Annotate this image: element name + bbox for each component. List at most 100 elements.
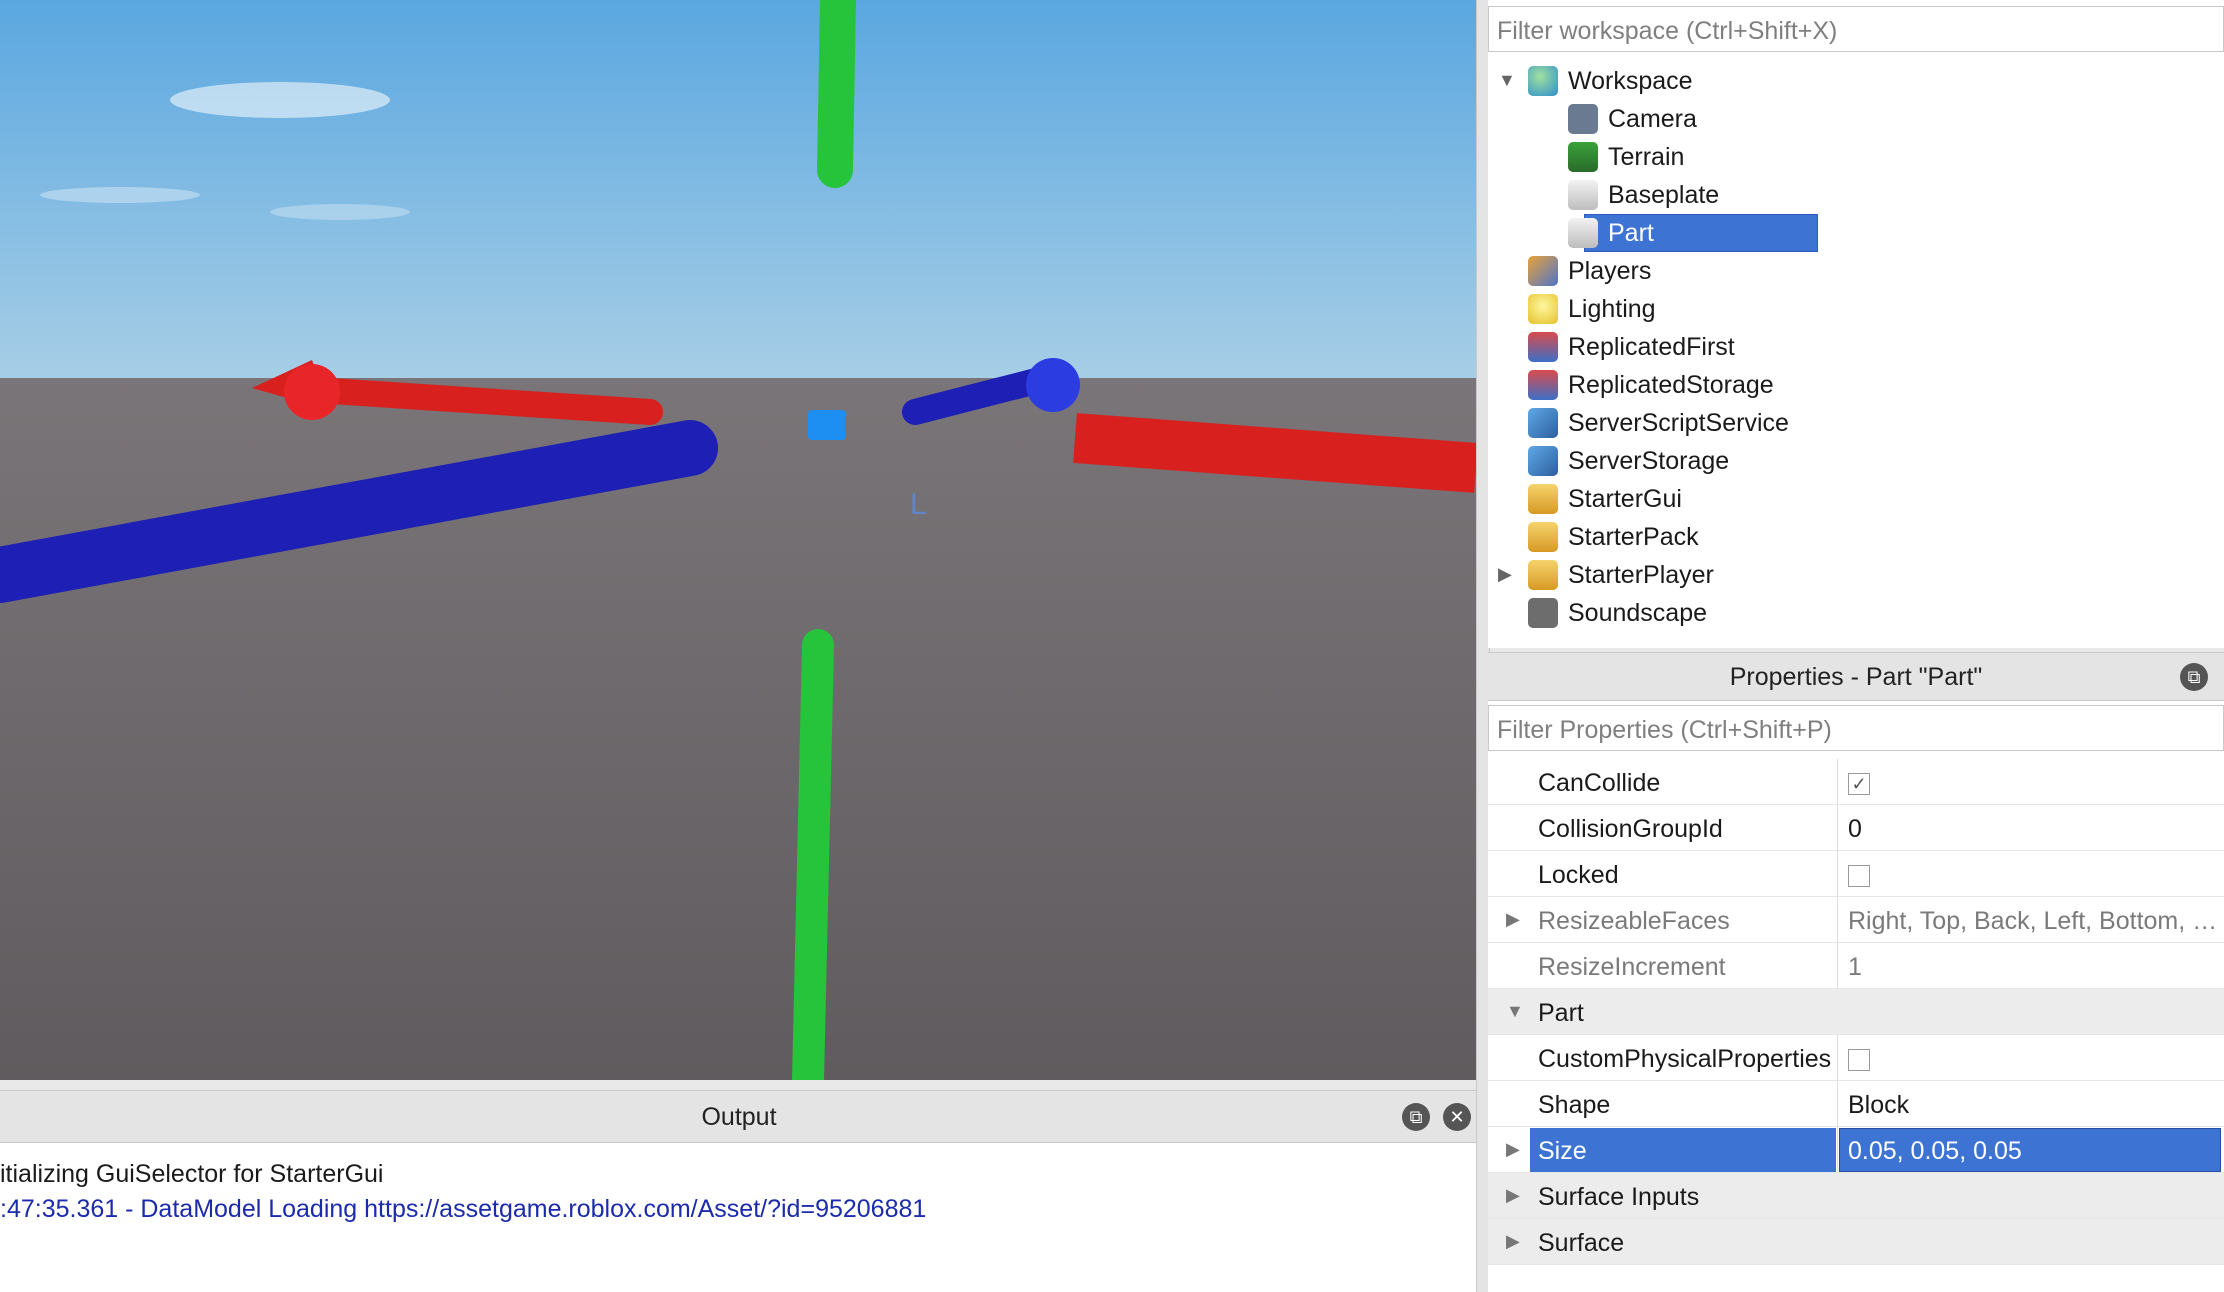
column-divider bbox=[1837, 1127, 1838, 1173]
property-row-locked[interactable]: Locked bbox=[1488, 851, 2224, 897]
replicated-storage-icon bbox=[1528, 370, 1558, 400]
collapse-arrow-icon[interactable]: ▶ bbox=[1506, 909, 1520, 930]
starter-gui-icon bbox=[1528, 484, 1558, 514]
property-checkbox[interactable]: ✓ bbox=[1848, 773, 1870, 795]
selected-part[interactable] bbox=[808, 410, 846, 440]
property-name: Surface Inputs bbox=[1538, 1183, 1700, 1211]
explorer-item-starterpack[interactable]: StarterPack bbox=[1488, 518, 2224, 556]
explorer-item-label: ReplicatedStorage bbox=[1568, 371, 1774, 399]
explorer-item-serverstorage[interactable]: ServerStorage bbox=[1488, 442, 2224, 480]
collapse-arrow-icon[interactable]: ▶ bbox=[1506, 1139, 1520, 1160]
explorer-item-soundscape[interactable]: Soundscape bbox=[1488, 594, 2224, 632]
replicated-first-icon bbox=[1528, 332, 1558, 362]
property-row-resizeablefaces[interactable]: ▶ ResizeableFaces Right, Top, Back, Left, … bbox=[1488, 897, 2224, 943]
property-row-collisiongroupid[interactable]: CollisionGroupId 0 bbox=[1488, 805, 2224, 851]
explorer-item-label: ServerStorage bbox=[1568, 447, 1730, 475]
explorer-item-label: StarterPack bbox=[1568, 523, 1699, 551]
property-name: CustomPhysicalProperties bbox=[1538, 1045, 1832, 1073]
explorer-item-lighting[interactable]: Lighting bbox=[1488, 290, 2224, 328]
explorer-item-label: StarterGui bbox=[1568, 485, 1682, 513]
output-log: itializing GuiSelector for StarterGui :47… bbox=[0, 1143, 1478, 1227]
property-row-shape[interactable]: Shape Block bbox=[1488, 1081, 2224, 1127]
cloud bbox=[270, 204, 410, 220]
camera-icon bbox=[1568, 104, 1598, 134]
property-name: CollisionGroupId bbox=[1538, 815, 1723, 843]
speaker-icon bbox=[1528, 598, 1558, 628]
axis-handle-blue-tip[interactable] bbox=[1026, 358, 1080, 412]
explorer-item-startergui[interactable]: StarterGui bbox=[1488, 480, 2224, 518]
scene bbox=[0, 0, 1476, 1080]
property-row-cancollide[interactable]: CanCollide ✓ bbox=[1488, 759, 2224, 805]
column-divider bbox=[1837, 759, 1838, 805]
explorer-item-label: ServerScriptService bbox=[1568, 409, 1789, 437]
axis-handle-red-near[interactable] bbox=[1073, 413, 1476, 493]
property-name: Part bbox=[1538, 999, 1584, 1027]
viewport-3d[interactable]: L bbox=[0, 0, 1476, 1080]
explorer-item-terrain[interactable]: Terrain bbox=[1488, 138, 2224, 176]
expand-arrow-icon[interactable]: ▼ bbox=[1506, 1001, 1524, 1022]
property-value[interactable]: 0 bbox=[1848, 815, 1862, 844]
explorer-item-baseplate[interactable]: Baseplate bbox=[1488, 176, 2224, 214]
explorer-item-replicatedfirst[interactable]: ReplicatedFirst bbox=[1488, 328, 2224, 366]
property-checkbox[interactable] bbox=[1848, 1049, 1870, 1071]
explorer-item-players[interactable]: Players bbox=[1488, 252, 2224, 290]
output-panel: Output ⧉ ✕ itializing GuiSelector for St… bbox=[0, 1090, 1478, 1292]
properties-filter-input[interactable]: Filter Properties (Ctrl+Shift+P) bbox=[1488, 705, 2224, 751]
starter-player-icon bbox=[1528, 560, 1558, 590]
explorer-item-label: Part bbox=[1608, 219, 1654, 247]
globe-icon bbox=[1528, 66, 1558, 96]
explorer-item-label: Workspace bbox=[1568, 67, 1693, 95]
explorer-item-workspace[interactable]: ▼ Workspace bbox=[1488, 62, 2224, 100]
server-storage-icon bbox=[1528, 446, 1558, 476]
property-name: CanCollide bbox=[1538, 769, 1661, 797]
axis-handle-green-top[interactable] bbox=[817, 0, 856, 188]
viewport-label: L bbox=[910, 488, 927, 521]
expand-arrow-icon[interactable]: ▼ bbox=[1498, 70, 1518, 90]
part-block-icon bbox=[1568, 218, 1598, 248]
explorer-item-label: Players bbox=[1568, 257, 1652, 285]
property-row-surface[interactable]: ▶ Surface bbox=[1488, 1219, 2224, 1265]
undock-icon[interactable]: ⧉ bbox=[1402, 1103, 1430, 1131]
axis-handle-green-bottom[interactable] bbox=[792, 629, 834, 1080]
column-divider bbox=[1837, 943, 1838, 989]
collapse-arrow-icon[interactable]: ▶ bbox=[1498, 564, 1518, 584]
explorer-filter-input[interactable]: Filter workspace (Ctrl+Shift+X) bbox=[1488, 6, 2224, 52]
explorer-item-replicatedstorage[interactable]: ReplicatedStorage bbox=[1488, 366, 2224, 404]
undock-icon[interactable]: ⧉ bbox=[2180, 663, 2208, 691]
output-titlebar: Output ⧉ ✕ bbox=[0, 1091, 1478, 1143]
property-row-surface-inputs[interactable]: ▶ Surface Inputs bbox=[1488, 1173, 2224, 1219]
property-name: Shape bbox=[1538, 1091, 1611, 1119]
property-row-part[interactable]: ▼ Part bbox=[1488, 989, 2224, 1035]
property-value[interactable]: 0.05, 0.05, 0.05 bbox=[1848, 1137, 2022, 1166]
property-value[interactable]: 1 bbox=[1848, 953, 1862, 982]
explorer-item-part[interactable]: Part bbox=[1488, 214, 2224, 252]
explorer-item-label: Terrain bbox=[1608, 143, 1685, 171]
terrain-icon bbox=[1568, 142, 1598, 172]
property-row-customphysicalproperties[interactable]: CustomPhysicalProperties bbox=[1488, 1035, 2224, 1081]
property-value[interactable]: Block bbox=[1848, 1091, 1909, 1120]
output-line: itializing GuiSelector for StarterGui bbox=[0, 1160, 384, 1188]
column-divider bbox=[1837, 1081, 1838, 1127]
explorer-item-serverscriptservice[interactable]: ServerScriptService bbox=[1488, 404, 2224, 442]
properties-titlebar: Properties - Part "Part" ⧉ bbox=[1488, 653, 2224, 701]
property-value[interactable]: Right, Top, Back, Left, Bottom, … bbox=[1848, 907, 2217, 936]
column-divider bbox=[1837, 897, 1838, 943]
lightbulb-icon bbox=[1528, 294, 1558, 324]
column-divider bbox=[1837, 1035, 1838, 1081]
close-icon[interactable]: ✕ bbox=[1443, 1103, 1471, 1131]
output-line: :47:35.361 - DataModel Loading https://a… bbox=[0, 1195, 927, 1223]
axis-handle-red-tip-ball[interactable] bbox=[284, 364, 340, 420]
part-block-icon bbox=[1568, 180, 1598, 210]
property-name: Locked bbox=[1538, 861, 1619, 889]
explorer-item-starterplayer[interactable]: ▶ StarterPlayer bbox=[1488, 556, 2224, 594]
property-row-size[interactable]: ▶ Size 0.05, 0.05, 0.05 bbox=[1488, 1127, 2224, 1173]
property-row-resizeincrement[interactable]: ResizeIncrement 1 bbox=[1488, 943, 2224, 989]
players-icon bbox=[1528, 256, 1558, 286]
collapse-arrow-icon[interactable]: ▶ bbox=[1506, 1185, 1520, 1206]
property-checkbox[interactable] bbox=[1848, 865, 1870, 887]
column-divider bbox=[1837, 851, 1838, 897]
explorer-panel: Filter workspace (Ctrl+Shift+X) ▼ Workspa… bbox=[1488, 0, 2224, 648]
studio-window: L Output ⧉ ✕ itializing GuiSelector for … bbox=[0, 0, 2224, 1292]
collapse-arrow-icon[interactable]: ▶ bbox=[1506, 1231, 1520, 1252]
explorer-item-camera[interactable]: Camera bbox=[1488, 100, 2224, 138]
